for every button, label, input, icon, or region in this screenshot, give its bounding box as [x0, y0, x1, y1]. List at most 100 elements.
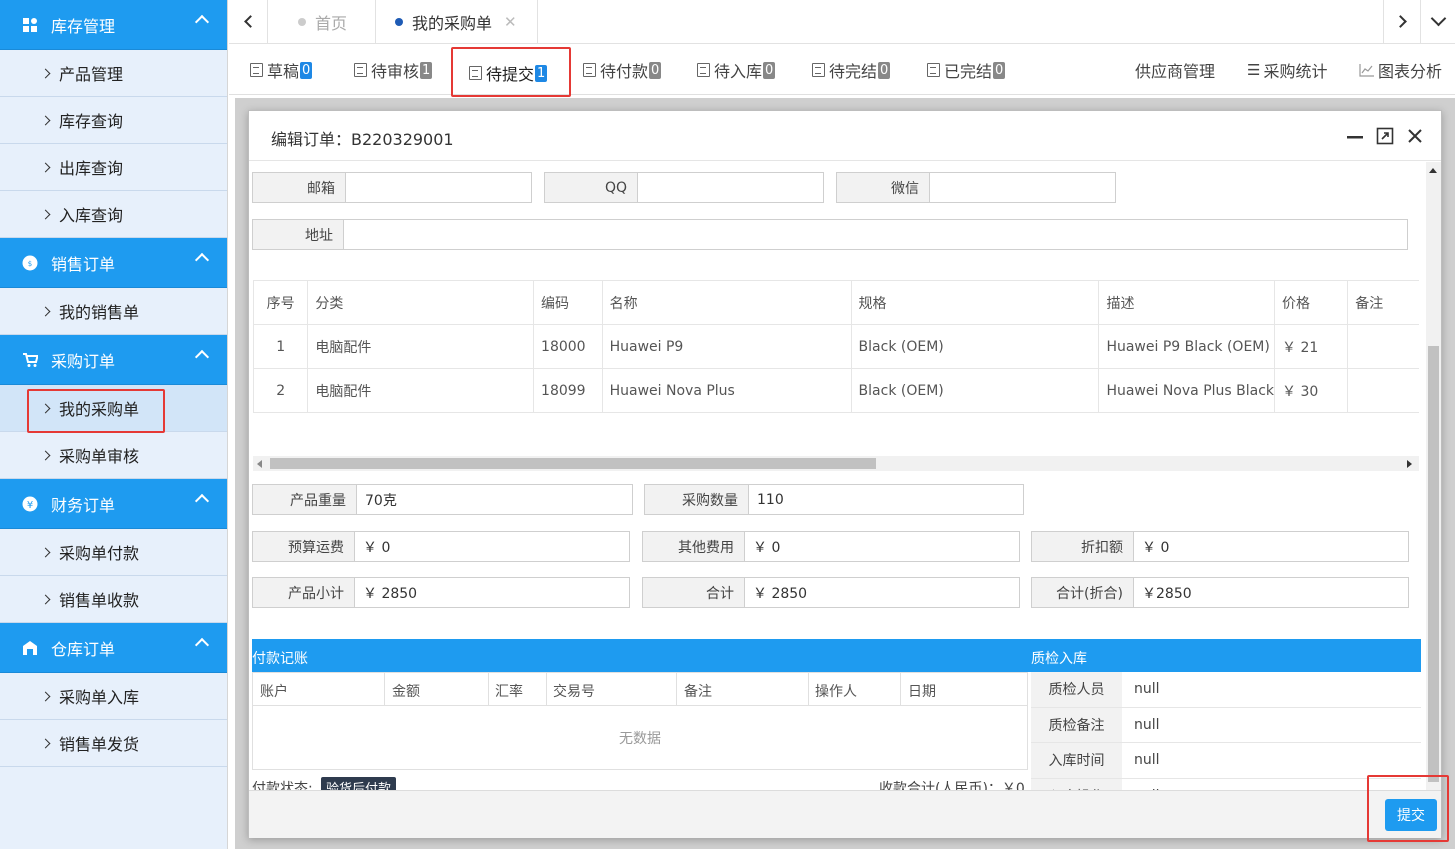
field-value[interactable]: 70克 — [357, 485, 397, 514]
sidebar-item-sales-receipt[interactable]: 销售单收款 — [0, 576, 227, 623]
weight-field[interactable]: 产品重量 70克 — [252, 484, 633, 515]
sidebar-group-label: 库存管理 — [51, 16, 116, 36]
tab-scroll-left-button[interactable] — [229, 0, 268, 43]
tab-label: 待入库 — [714, 62, 763, 81]
sidebar-group-inventory[interactable]: 库存管理 — [0, 0, 227, 50]
field-value[interactable] — [638, 173, 646, 202]
list-icon: ☰ — [1247, 61, 1261, 79]
tab-my-purchase[interactable]: 我的采购单 ✕ — [395, 0, 517, 43]
sidebar-group-finance[interactable]: ¥ 财务订单 — [0, 479, 227, 529]
sidebar-group-warehouse[interactable]: 仓库订单 — [0, 623, 227, 673]
tab-scroll-right-button[interactable] — [1383, 0, 1421, 43]
wechat-field[interactable]: 微信 — [836, 172, 1116, 203]
sidebar-item-stock-query[interactable]: 库存查询 — [0, 97, 227, 144]
sidebar-item-label: 销售单发货 — [59, 735, 140, 754]
document-icon — [583, 63, 596, 77]
field-value[interactable]: ￥ 2850 — [745, 578, 807, 607]
freight-field[interactable]: 预算运费 ￥ 0 — [252, 531, 630, 562]
column-header: 备注 — [684, 684, 712, 700]
chevron-right-icon — [40, 68, 51, 78]
minimize-icon[interactable] — [1346, 127, 1364, 145]
sidebar-item-my-sales[interactable]: 我的销售单 — [0, 288, 227, 335]
scroll-left-arrow-icon[interactable] — [257, 460, 262, 468]
horizontal-scrollbar[interactable] — [253, 456, 1419, 471]
address-field[interactable]: 地址 — [252, 219, 1408, 250]
table-cell: 电脑配件 — [307, 368, 535, 413]
qc-label: 入库操作 — [1031, 778, 1122, 790]
tab-pending-inbound[interactable]: 待入库 0 — [697, 59, 776, 81]
sidebar-group-sales[interactable]: $ 销售订单 — [0, 238, 227, 288]
sidebar-item-purchase-payment[interactable]: 采购单付款 — [0, 529, 227, 576]
sidebar-item-sales-shipping[interactable]: 销售单发货 — [0, 720, 227, 767]
qc-label: 质检备注 — [1031, 707, 1122, 742]
scrollbar-thumb[interactable] — [270, 458, 876, 469]
quantity-field[interactable]: 采购数量 110 — [644, 484, 1024, 515]
field-value[interactable]: 110 — [749, 485, 784, 514]
chevron-down-icon — [1430, 10, 1447, 27]
sales-icon: $ — [22, 255, 38, 271]
field-label: 采购数量 — [645, 485, 749, 514]
tab-home[interactable]: 首页 — [298, 0, 347, 43]
document-icon — [927, 63, 940, 77]
field-value[interactable] — [930, 173, 938, 202]
scroll-up-arrow-icon[interactable] — [1429, 168, 1437, 173]
column-header: 日期 — [908, 684, 936, 700]
scrollbar-thumb[interactable] — [1428, 346, 1439, 782]
field-value[interactable]: ￥ 0 — [745, 532, 780, 561]
chevron-up-icon — [194, 349, 210, 365]
email-field[interactable]: 邮箱 — [252, 172, 532, 203]
table-cell — [1347, 324, 1419, 369]
qc-label: 入库时间 — [1031, 743, 1122, 778]
document-icon — [697, 63, 710, 77]
sidebar-item-label: 采购单入库 — [59, 688, 140, 707]
other-fees-field[interactable]: 其他费用 ￥ 0 — [642, 531, 1020, 562]
subtotal-field[interactable]: 产品小计 ￥ 2850 — [252, 577, 630, 608]
sidebar-item-purchase-review[interactable]: 采购单审核 — [0, 432, 227, 479]
tab-draft[interactable]: 草稿 0 — [250, 59, 313, 81]
sidebar-item-label: 采购单付款 — [59, 544, 140, 563]
field-value[interactable]: ￥ 0 — [355, 532, 390, 561]
tab-pending-payment[interactable]: 待付款 0 — [583, 59, 662, 81]
chart-analysis-link[interactable]: 图表分析 — [1359, 59, 1442, 81]
field-label: 折扣额 — [1032, 532, 1134, 561]
sidebar-item-label: 库存查询 — [59, 112, 124, 131]
table-row[interactable]: 2 电脑配件 18099 Huawei Nova Plus Black (OEM… — [253, 368, 1419, 413]
sidebar-item-outbound-query[interactable]: 出库查询 — [0, 144, 227, 191]
warehouse-icon — [22, 640, 38, 656]
maximize-icon[interactable] — [1376, 127, 1394, 145]
count-badge: 0 — [878, 61, 891, 79]
sidebar-item-purchase-inbound[interactable]: 采购单入库 — [0, 673, 227, 720]
field-value[interactable]: ￥ 0 — [1134, 532, 1169, 561]
tab-pending-complete[interactable]: 待完结 0 — [812, 59, 891, 81]
close-icon[interactable]: ✕ — [504, 13, 517, 31]
chevron-up-icon — [194, 637, 210, 653]
field-value[interactable]: ￥2850 — [1134, 578, 1192, 607]
sidebar-item-products[interactable]: 产品管理 — [0, 50, 227, 97]
count-badge: 0 — [763, 61, 776, 79]
qq-field[interactable]: QQ — [544, 172, 824, 203]
sidebar-group-purchase[interactable]: 采购订单 — [0, 335, 227, 385]
sidebar-item-label: 出库查询 — [59, 159, 124, 178]
close-icon[interactable] — [1406, 127, 1424, 145]
tab-completed[interactable]: 已完结 0 — [927, 59, 1006, 81]
scroll-right-arrow-icon[interactable] — [1407, 460, 1412, 468]
supplier-management-link[interactable]: 供应商管理 — [1135, 59, 1215, 81]
total-discounted-field[interactable]: 合计(折合) ￥2850 — [1031, 577, 1409, 608]
tab-menu-button[interactable] — [1422, 0, 1455, 43]
table-cell: 电脑配件 — [307, 324, 535, 369]
total-field[interactable]: 合计 ￥ 2850 — [642, 577, 1020, 608]
table-row[interactable]: 1 电脑配件 18000 Huawei P9 Black (OEM) Huawe… — [253, 324, 1419, 369]
vertical-scrollbar[interactable] — [1426, 162, 1441, 790]
sidebar-item-inbound-query[interactable]: 入库查询 — [0, 191, 227, 238]
purchase-stats-link[interactable]: ☰ 采购统计 — [1247, 59, 1327, 81]
field-value[interactable]: ￥ 2850 — [355, 578, 417, 607]
chevron-right-icon — [40, 450, 51, 460]
qc-row: 质检人员 null — [1031, 672, 1421, 708]
qc-label: 质检人员 — [1031, 672, 1122, 707]
tab-pending-review[interactable]: 待审核 1 — [354, 59, 433, 81]
sidebar-item-label: 销售单收款 — [59, 591, 140, 610]
discount-field[interactable]: 折扣额 ￥ 0 — [1031, 531, 1409, 562]
field-value[interactable] — [346, 173, 354, 202]
highlight-box — [1367, 775, 1449, 842]
field-value[interactable] — [344, 220, 352, 249]
